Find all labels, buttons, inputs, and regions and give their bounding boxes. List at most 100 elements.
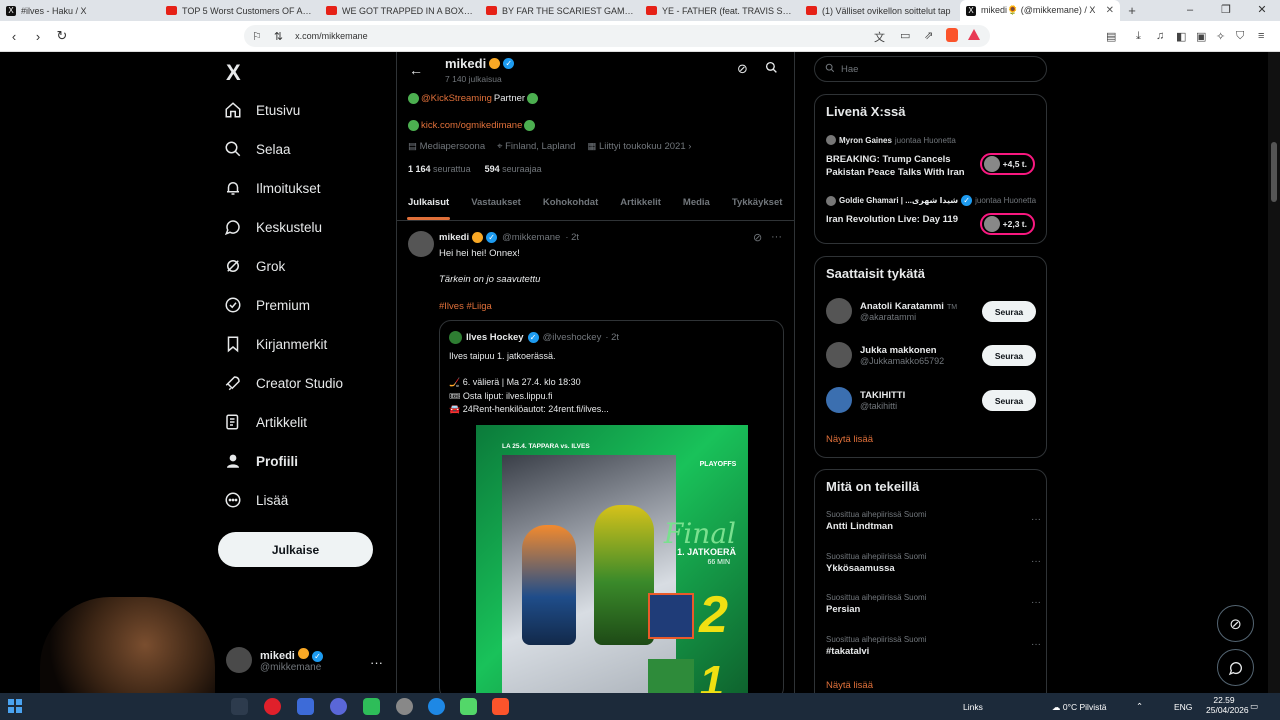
suggestion-item[interactable]: Anatoli Karatammi TM @akaratammi bbox=[826, 298, 957, 324]
show-more-trends-link[interactable]: Näytä lisää bbox=[826, 680, 873, 691]
minimize-icon[interactable]: – bbox=[1172, 0, 1208, 21]
trend-item[interactable]: Suosittua aihepiirissä Suomi Antti Lindtm… bbox=[826, 510, 1041, 532]
post-hashtags[interactable]: #Ilves #Liiga bbox=[439, 301, 492, 312]
post-author-name[interactable]: mikedi bbox=[439, 232, 469, 243]
chat-fab-icon[interactable] bbox=[1217, 649, 1254, 686]
discord-icon[interactable] bbox=[330, 698, 347, 715]
links-toolbar[interactable]: Links bbox=[963, 702, 983, 712]
app-icon[interactable] bbox=[396, 698, 413, 715]
tab-media[interactable]: Media bbox=[672, 185, 721, 220]
reload-icon[interactable]: ↻ bbox=[52, 28, 72, 44]
game-icon[interactable] bbox=[363, 698, 380, 715]
vpn-icon[interactable]: ⛉ bbox=[1236, 30, 1244, 43]
tab-4[interactable]: YE - FATHER (feat. TRAVIS SCOTT) - Y bbox=[640, 0, 800, 21]
live-item-title[interactable]: BREAKING: Trump Cancels Pakistan Peace T… bbox=[826, 153, 976, 179]
tab-5[interactable]: (1) Välliset ovikellon soittelut tap bbox=[800, 0, 960, 21]
x-logo-icon[interactable]: X bbox=[226, 60, 241, 86]
suggestion-item[interactable]: TAKIHITTI @takihitti bbox=[826, 387, 905, 413]
sidebar-item-chat[interactable]: Keskustelu bbox=[224, 215, 322, 239]
clock[interactable]: 22.59 25/04/2026 bbox=[1206, 695, 1249, 715]
suggestion-item[interactable]: Jukka makkonen @Jukkamakko65792 bbox=[826, 342, 944, 368]
follow-button[interactable]: Seuraa bbox=[982, 390, 1036, 411]
post-time[interactable]: · 2t bbox=[565, 232, 579, 243]
close-window-icon[interactable]: ✕ bbox=[1244, 0, 1280, 21]
trend-more-icon[interactable]: ··· bbox=[1031, 597, 1041, 608]
search-icon[interactable] bbox=[765, 61, 778, 77]
forward-icon[interactable]: › bbox=[28, 29, 48, 44]
tab-posts[interactable]: Julkaisut bbox=[397, 185, 460, 220]
trend-more-icon[interactable]: ··· bbox=[1031, 514, 1041, 525]
followers-link[interactable]: 594 seuraajaa bbox=[485, 164, 542, 174]
sidebar-item-creator-studio[interactable]: Creator Studio bbox=[224, 371, 343, 395]
live-listeners-pill[interactable]: +4,5 t. bbox=[979, 153, 1035, 175]
media-icon[interactable]: ♫ bbox=[1156, 30, 1164, 42]
grok-explain-icon[interactable]: ⊘ bbox=[753, 231, 762, 244]
opera-icon[interactable] bbox=[264, 698, 281, 715]
language-indicator[interactable]: ENG bbox=[1174, 702, 1192, 712]
trend-item[interactable]: Suosittua aihepiirissä Suomi Persian ··· bbox=[826, 593, 1041, 615]
menu-icon[interactable]: ≡ bbox=[1258, 30, 1264, 42]
account-more-icon[interactable]: ··· bbox=[370, 655, 383, 670]
sidebar-item-articles[interactable]: Artikkelit bbox=[224, 410, 307, 434]
app-icon[interactable] bbox=[297, 698, 314, 715]
brave-rewards-icon[interactable] bbox=[968, 29, 980, 40]
cast-icon[interactable]: ▭ bbox=[900, 29, 910, 42]
trend-more-icon[interactable]: ··· bbox=[1031, 556, 1041, 567]
account-switcher[interactable]: mikedi ✓ @mikkemane bbox=[226, 647, 323, 673]
post-author-handle[interactable]: @mikkemane bbox=[502, 232, 560, 243]
bookmark-star-icon[interactable]: ⚐ bbox=[252, 30, 262, 43]
tab-1[interactable]: TOP 5 Worst Customers OF ALL TIME bbox=[160, 0, 320, 21]
trend-item[interactable]: Suosittua aihepiirissä Suomi Ykkösaamussa… bbox=[826, 552, 1041, 574]
task-view-icon[interactable] bbox=[231, 698, 248, 715]
scroll-thumb[interactable] bbox=[1271, 142, 1277, 202]
live-listeners-pill[interactable]: +2,3 t. bbox=[979, 213, 1035, 235]
following-link[interactable]: 1 164 seurattua bbox=[408, 164, 471, 174]
download-icon[interactable]: ⤓ bbox=[1136, 30, 1141, 43]
trend-more-icon[interactable]: ··· bbox=[1031, 639, 1041, 650]
show-more-link[interactable]: Näytä lisää bbox=[826, 434, 873, 445]
sidebar-toggle-icon[interactable]: ◧ bbox=[1176, 30, 1186, 43]
restore-icon[interactable]: ❐ bbox=[1208, 0, 1244, 21]
kick-icon[interactable] bbox=[460, 698, 477, 715]
sidebar-item-bookmarks[interactable]: Kirjanmerkit bbox=[224, 332, 327, 356]
search-input[interactable]: Hae bbox=[814, 56, 1047, 82]
back-icon[interactable]: ‹ bbox=[4, 29, 24, 44]
tab-2[interactable]: WE GOT TRAPPED IN A BOX FOR 24 bbox=[320, 0, 480, 21]
bio-link-url[interactable]: kick.com/ogmikedimane bbox=[421, 120, 522, 131]
sidebar-item-premium[interactable]: Premium bbox=[224, 293, 310, 317]
live-item-title[interactable]: Iran Revolution Live: Day 119 bbox=[826, 213, 976, 226]
brave-icon[interactable] bbox=[492, 698, 509, 715]
sidebar-item-notifications[interactable]: Ilmoitukset bbox=[224, 176, 321, 200]
share-icon[interactable]: ⇗ bbox=[924, 29, 933, 42]
sidebar-item-home[interactable]: Etusivu bbox=[224, 98, 300, 122]
quote-image[interactable]: LA 25.4. TAPPARA vs. ILVES PLAYOFFS Fina… bbox=[476, 425, 748, 693]
grok-icon[interactable]: ⊘ bbox=[737, 61, 748, 77]
trend-item[interactable]: Suosittua aihepiirissä Suomi #takatalvi ··… bbox=[826, 635, 1041, 657]
weather-widget[interactable]: ☁ 0°C Pilvistä bbox=[1052, 702, 1106, 713]
new-tab-button[interactable]: + bbox=[1120, 3, 1144, 18]
wallet-icon[interactable]: ▣ bbox=[1196, 30, 1206, 43]
sidebar-item-explore[interactable]: Selaa bbox=[224, 137, 291, 161]
follow-button[interactable]: Seuraa bbox=[982, 301, 1036, 322]
page-scrollbar[interactable] bbox=[1268, 52, 1280, 693]
sidebar-item-grok[interactable]: Grok bbox=[224, 254, 285, 278]
tab-3[interactable]: BY FAR THE SCARIEST GAME OF THE bbox=[480, 0, 640, 21]
edge-icon[interactable] bbox=[428, 698, 445, 715]
bio-link-kick[interactable]: @KickStreaming bbox=[421, 93, 492, 104]
quoted-post[interactable]: Ilves Hockey ✓ @ilveshockey · 2t Ilves t… bbox=[439, 320, 784, 693]
site-info-icon[interactable]: ⇅ bbox=[274, 30, 283, 43]
tab-active[interactable]: Xmikedi🌻 (@mikkemane) / X ✕ bbox=[960, 0, 1120, 21]
back-arrow-icon[interactable]: ← bbox=[409, 62, 423, 78]
tab-articles[interactable]: Artikkelit bbox=[609, 185, 672, 220]
tab-highlights[interactable]: Kohokohdat bbox=[532, 185, 609, 220]
leo-icon[interactable]: ✧ bbox=[1216, 30, 1225, 43]
post-more-icon[interactable]: ··· bbox=[771, 231, 782, 243]
windows-start-icon[interactable] bbox=[8, 699, 22, 713]
tab-replies[interactable]: Vastaukset bbox=[460, 185, 532, 220]
post-button[interactable]: Julkaise bbox=[218, 532, 373, 567]
notification-icon[interactable]: ▭ bbox=[1250, 701, 1258, 712]
follow-button[interactable]: Seuraa bbox=[982, 345, 1036, 366]
brave-shield-icon[interactable] bbox=[946, 28, 958, 42]
tray-chevron-icon[interactable]: ⌃ bbox=[1136, 701, 1143, 712]
url-field[interactable]: ⚐ ⇅ x.com/mikkemane 文 ▭ ⇗ bbox=[244, 25, 990, 47]
